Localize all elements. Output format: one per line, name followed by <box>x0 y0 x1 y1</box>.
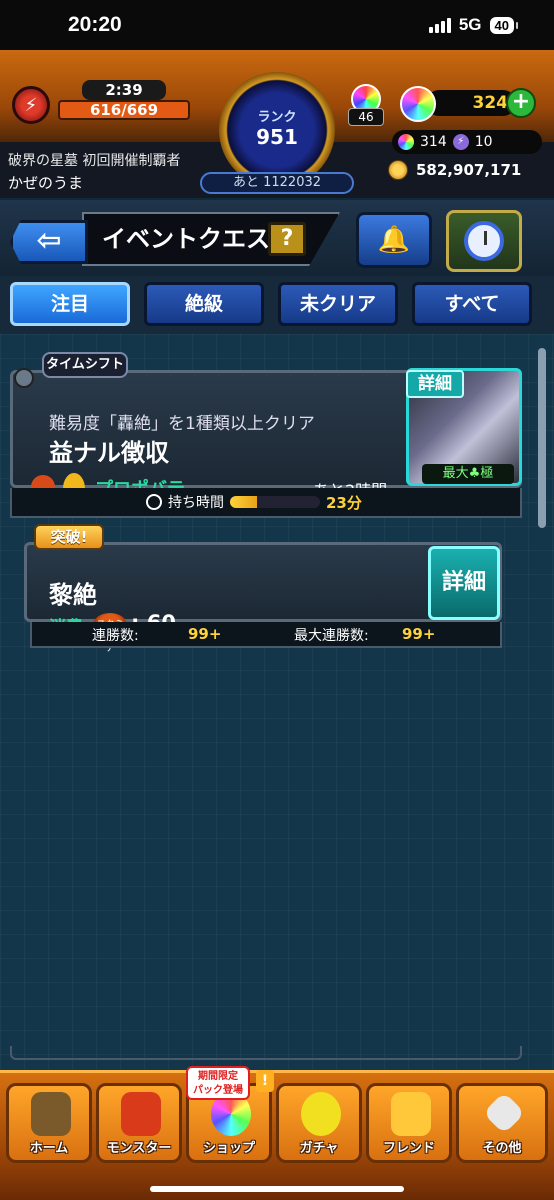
max-streak-label: 最大連勝数: <box>294 628 369 644</box>
coin-count: 582,907,171 <box>416 161 522 179</box>
quest-tabs: 注目 絶級 未クリア すべて <box>0 276 554 334</box>
gacha-egg-icon <box>301 1092 341 1136</box>
bell-icon: 🔔 <box>377 225 411 255</box>
time-button[interactable] <box>446 210 522 272</box>
streak-bar-inner: 連勝数: 99+ 最大連勝数: 99+ <box>30 622 502 648</box>
hold-value: 23分 <box>326 494 362 512</box>
bottom-nav: ホーム モンスター ショップ ガチャ フレンド その他 <box>0 1070 554 1200</box>
friends-icon <box>391 1092 431 1136</box>
quest-condition: 難易度「轟絶」を1種類以上クリア <box>49 414 315 434</box>
clock-mini-icon <box>146 494 162 510</box>
hold-label: 持ち時間 <box>168 495 224 511</box>
nav-home[interactable]: ホーム <box>6 1083 92 1163</box>
home-indicator[interactable] <box>150 1186 404 1192</box>
tab-all[interactable]: すべて <box>412 282 532 326</box>
hold-time-bar: 持ち時間 23分 <box>10 488 522 518</box>
stamina-box[interactable]: 2:39 616/669 <box>58 80 190 120</box>
tab-featured[interactable]: 注目 <box>10 282 130 326</box>
coin-icon <box>388 160 408 180</box>
battery-icon: 40 <box>489 16 519 34</box>
nav-monster[interactable]: モンスター <box>96 1083 182 1163</box>
quest-name: 益ナル徴収 <box>49 439 169 467</box>
sub-orb-count: 314 <box>420 134 447 150</box>
network-type: 5G <box>458 15 482 34</box>
notification-button[interactable]: 🔔 <box>356 212 432 268</box>
shop-badge-text: 期間限定 パック登場 <box>193 1071 243 1096</box>
rank-label: ランク <box>257 109 297 125</box>
nav-label: ショップ <box>202 1141 255 1156</box>
status-bar: 20:20 5G 40 <box>0 0 554 50</box>
stamina-timer: 2:39 <box>82 80 166 100</box>
scrollbar[interactable] <box>538 348 546 528</box>
rank-badge[interactable]: ランク 951 <box>219 72 335 188</box>
streak-value: 99+ <box>188 625 222 643</box>
max-streak-value: 99+ <box>402 625 436 643</box>
stamina-icon: ⚡ <box>12 86 50 124</box>
breakthrough-tag: 突破! <box>34 524 104 550</box>
nav-label: ホーム <box>29 1141 69 1156</box>
clock-icon <box>464 221 504 261</box>
nav-label: モンスター <box>106 1141 172 1156</box>
nav-other[interactable]: その他 <box>456 1083 548 1163</box>
shop-limited-badge: 期間限定 パック登場 <box>186 1066 250 1100</box>
detail-button[interactable]: 詳細 <box>406 370 464 398</box>
shop-alert-icon: ! <box>256 1070 274 1092</box>
buy-orbs-button[interactable]: + <box>506 88 536 118</box>
hold-track <box>230 496 320 508</box>
next-rank-exp: あと 1122032 <box>200 172 354 194</box>
hold-fill <box>230 496 257 508</box>
bolt-icon: ⚡ <box>452 134 469 150</box>
orb-count: 324 <box>426 90 516 116</box>
orb-icon <box>400 86 436 122</box>
quest-name: 黎絶 <box>49 581 97 609</box>
bolt-count: 10 <box>474 134 493 150</box>
stamina-bar: 616/669 <box>58 100 190 120</box>
nav-friend[interactable]: フレンド <box>366 1083 452 1163</box>
detail-button[interactable]: 詳細 <box>428 546 500 620</box>
streak-label: 連勝数: <box>92 628 139 644</box>
nav-gacha[interactable]: ガチャ <box>276 1083 362 1163</box>
coins: 582,907,171 <box>388 158 538 182</box>
dragon-icon <box>121 1092 161 1136</box>
streak-bar: 連勝数: 99+ 最大連勝数: 99+ <box>30 622 526 648</box>
hunter-level-value: 46 <box>348 108 384 126</box>
home-gate-icon <box>31 1092 71 1136</box>
help-button[interactable]: ? <box>268 222 306 256</box>
status-time: 20:20 <box>68 13 122 36</box>
sub-currency: 314 ⚡ 10 <box>392 130 542 154</box>
more-icon <box>482 1091 526 1135</box>
player-header: ⚡ 2:39 616/669 ランク 951 あと 1122032 46 324… <box>0 50 554 198</box>
status-right: 5G 40 <box>428 15 519 35</box>
nav-label: ガチャ <box>299 1141 339 1156</box>
back-button[interactable]: ⇦ <box>10 220 88 264</box>
player-title: 破界の星墓 初回開催制覇者 <box>8 153 181 169</box>
rank-value: 951 <box>256 124 298 149</box>
pin-icon <box>14 368 34 388</box>
mini-orb-icon <box>398 134 414 150</box>
hunter-level[interactable]: 46 <box>346 84 386 128</box>
nav-label: その他 <box>482 1141 522 1156</box>
signal-icon <box>428 17 451 33</box>
tab-zekkyu[interactable]: 絶級 <box>144 282 264 326</box>
player-name: かぜのうま <box>8 174 84 192</box>
max-difficulty-tag: 最大♣極 <box>422 464 514 484</box>
nav-label: フレンド <box>382 1141 435 1156</box>
list-bottom-frame <box>10 1046 522 1060</box>
timeshift-tag: タイムシフト <box>42 352 128 378</box>
tab-uncleared[interactable]: 未クリア <box>278 282 398 326</box>
